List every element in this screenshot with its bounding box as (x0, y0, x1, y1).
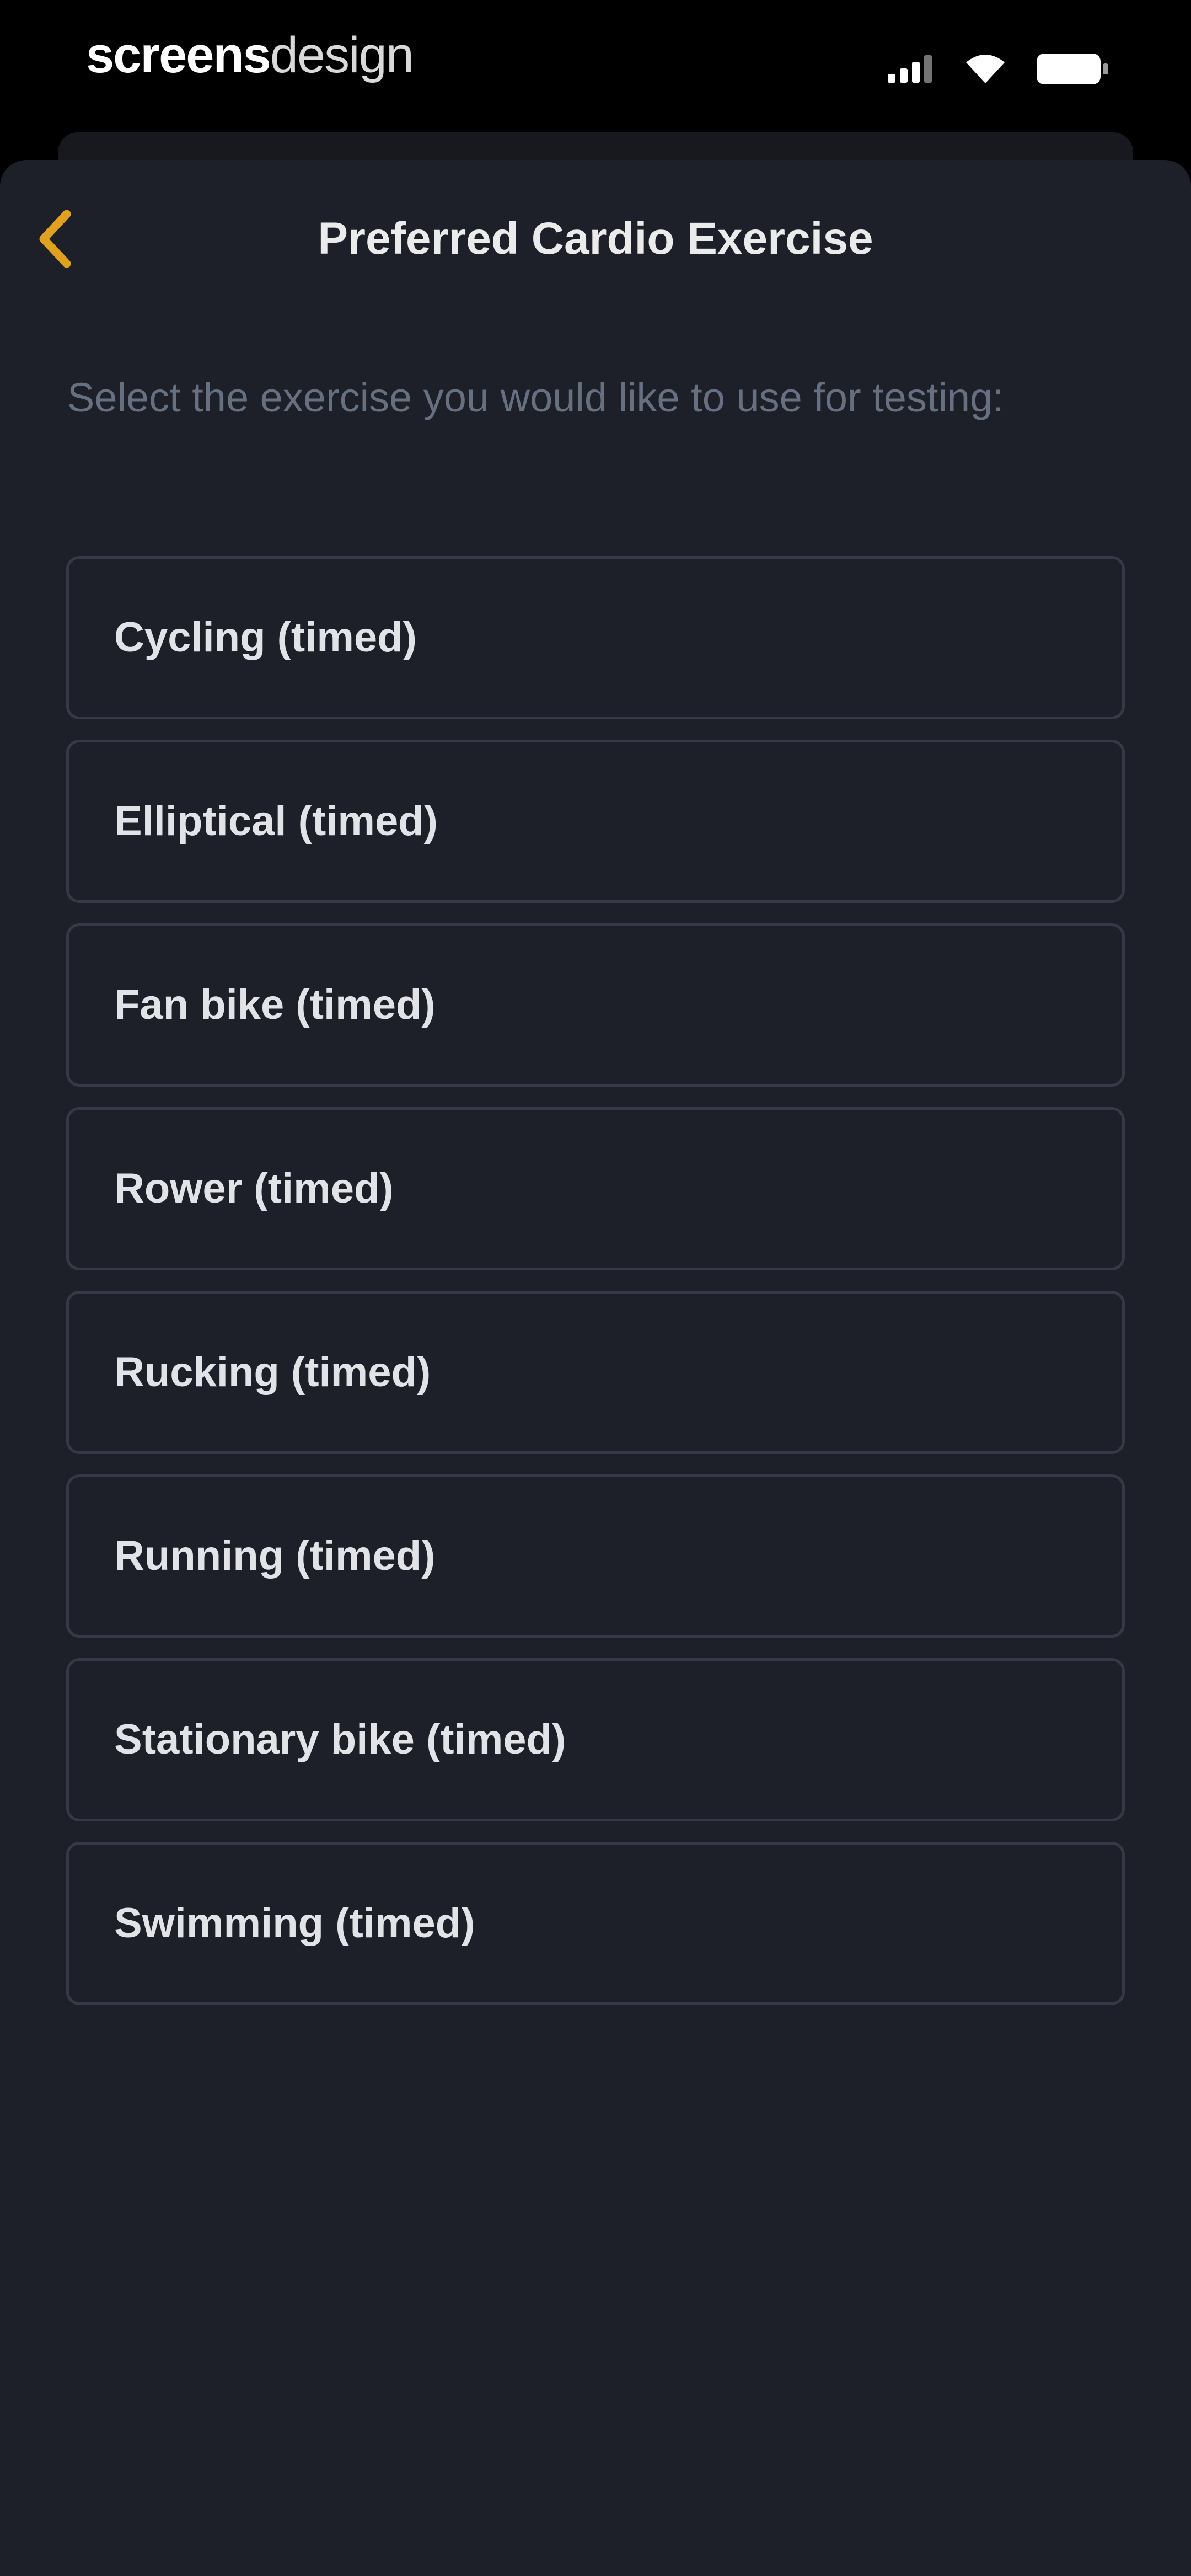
option-cycling[interactable]: Cycling (timed) (66, 556, 1125, 719)
header: Preferred Cardio Exercise (0, 160, 1191, 314)
wifi-icon (966, 54, 1005, 86)
brand-light-text: design (270, 27, 414, 83)
exercise-options-list: Cycling (timed) Elliptical (timed) Fan b… (66, 556, 1125, 2025)
screen-sheet: Preferred Cardio Exercise Select the exe… (0, 160, 1191, 2576)
option-rower[interactable]: Rower (timed) (66, 1107, 1125, 1270)
signal-icon (888, 55, 934, 85)
option-elliptical[interactable]: Elliptical (timed) (66, 740, 1125, 903)
status-bar: screensdesign (0, 0, 1191, 138)
option-label: Swimming (timed) (114, 1900, 475, 1947)
battery-icon (1037, 53, 1108, 87)
option-label: Rower (timed) (114, 1165, 394, 1212)
brand-bold-text: screens (86, 27, 271, 83)
option-rucking[interactable]: Rucking (timed) (66, 1291, 1125, 1454)
option-fan-bike[interactable]: Fan bike (timed) (66, 923, 1125, 1087)
option-running[interactable]: Running (timed) (66, 1474, 1125, 1638)
option-label: Elliptical (timed) (114, 798, 438, 845)
instruction-text: Select the exercise you would like to us… (67, 375, 1004, 420)
status-icons (888, 51, 1108, 89)
option-label: Fan bike (timed) (114, 981, 436, 1028)
option-label: Stationary bike (timed) (114, 1716, 566, 1763)
page-title: Preferred Cardio Exercise (318, 213, 873, 264)
option-swimming[interactable]: Swimming (timed) (66, 1842, 1125, 2005)
brand-watermark: screensdesign (86, 22, 414, 88)
option-label: Rucking (timed) (114, 1349, 431, 1396)
option-label: Running (timed) (114, 1532, 436, 1579)
option-stationary-bike[interactable]: Stationary bike (timed) (66, 1658, 1125, 1821)
option-label: Cycling (timed) (114, 614, 417, 661)
